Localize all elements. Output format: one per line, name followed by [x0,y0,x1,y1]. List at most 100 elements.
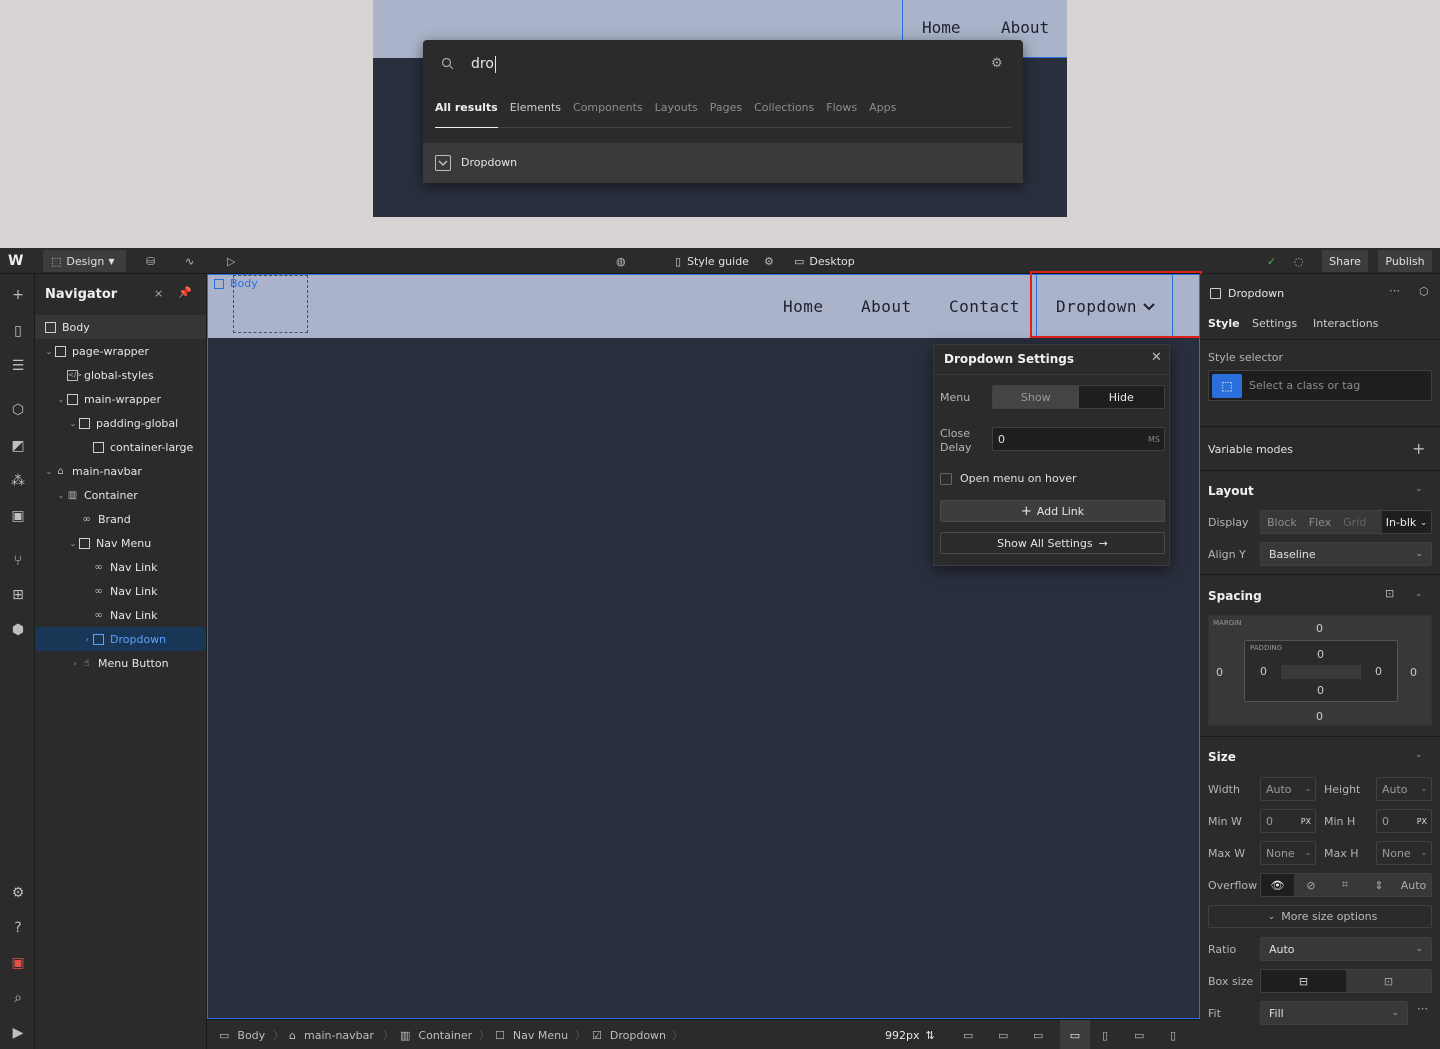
play-icon[interactable]: ▷ [227,248,235,274]
tree-item-nav-link[interactable]: ∞ Nav Link [35,603,206,627]
breakpoint-mobile-landscape-icon[interactable]: ▭ [1134,1020,1144,1049]
find-icon[interactable]: ⌕ [9,989,27,1007]
comments-icon[interactable]: ◌ [1294,248,1304,274]
preview-nav-link-about[interactable]: About [1001,18,1049,37]
libraries-icon[interactable]: ⬢ [9,621,27,639]
chevron-down-icon[interactable]: ⌄ [1415,750,1423,760]
gear-icon[interactable]: ⚙ [991,56,1003,71]
margin-bottom-value[interactable]: 0 [1316,710,1323,723]
tab-all-results[interactable]: All results [435,100,498,128]
breakpoint-mobile-portrait-icon[interactable]: ▯ [1170,1020,1176,1049]
padding-top-value[interactable]: 0 [1317,648,1324,661]
tree-item-padding-global[interactable]: ⌄ padding-global [35,411,206,435]
webflow-logo-icon[interactable]: W [8,248,23,274]
margin-right-value[interactable]: 0 [1410,666,1417,679]
hide-button[interactable]: Hide [1078,386,1164,408]
tree-item-nav-menu[interactable]: ⌄ Nav Menu [35,531,206,555]
add-link-button[interactable]: + Add Link [940,500,1165,522]
breadcrumb-body[interactable]: ▭ Body [219,1020,265,1049]
tab-style[interactable]: Style [1208,317,1240,330]
navigator-icon[interactable]: ☰ [9,357,27,375]
tab-flows[interactable]: Flows [826,100,857,128]
publish-button[interactable]: Publish [1378,250,1432,272]
search-result-item[interactable]: Dropdown [423,143,1023,183]
show-all-settings-button[interactable]: Show All Settings → [940,532,1165,554]
search-input[interactable]: dro [471,56,496,73]
tree-item-container-large[interactable]: container-large [35,435,206,459]
dropdown-toggle[interactable]: Dropdown [1056,297,1155,316]
style-selector-input[interactable]: ⬚ Select a class or tag [1208,370,1432,401]
overflow-hidden-icon[interactable]: ⊘ [1294,879,1328,892]
tab-layouts[interactable]: Layouts [655,100,698,128]
more-icon[interactable]: ⋯ [1417,1002,1428,1015]
preview-nav-link-home[interactable]: Home [922,18,961,37]
display-flex-option[interactable]: Flex [1303,516,1337,529]
align-y-select[interactable]: Baseline ⌄ [1260,542,1432,566]
max-height-input[interactable]: None - [1376,841,1432,865]
padding-bottom-value[interactable]: 0 [1317,684,1324,697]
ratio-select[interactable]: Auto ⌄ [1260,937,1432,961]
close-icon[interactable]: ✕ [1151,350,1162,365]
styles-icon[interactable]: ◩ [9,437,27,455]
brand-placeholder[interactable] [233,275,308,333]
max-width-input[interactable]: None - [1260,841,1316,865]
tree-item-global-styles[interactable]: </> global-styles [35,363,206,387]
margin-top-value[interactable]: 0 [1316,622,1323,635]
canvas-width-readout[interactable]: 992px ⇅ [885,1020,935,1049]
tree-item-container[interactable]: ⌄ ▥ Container [35,483,206,507]
components-icon[interactable]: ⬡ [9,401,27,419]
analytics-icon[interactable]: ∿ [185,248,194,274]
variables-icon[interactable]: ⁂ [9,472,27,490]
tree-item-body[interactable]: Body [35,315,206,339]
breakpoint-medium-icon[interactable]: ▭ [1033,1020,1043,1049]
overflow-auto-option[interactable]: Auto [1396,879,1431,892]
more-size-options-button[interactable]: ⌄ More size options [1208,905,1432,928]
database-icon[interactable]: ⛁ [146,248,155,274]
nav-link-contact[interactable]: Contact [949,297,1020,316]
add-icon[interactable]: + [9,286,27,304]
spacing-mode-icon[interactable]: ⊡ [1385,587,1394,600]
tree-item-nav-link[interactable]: ∞ Nav Link [35,555,206,579]
apps-icon[interactable]: ⊞ [9,586,27,604]
breakpoint-large-icon[interactable]: ▭ [963,1020,973,1049]
nav-link-about[interactable]: About [861,297,912,316]
min-width-input[interactable]: 0 PX [1260,809,1316,833]
tab-settings[interactable]: Settings [1252,317,1297,330]
settings-gear-icon[interactable]: ⚙ [9,884,27,902]
tree-item-brand[interactable]: ∞ Brand [35,507,206,531]
page-settings-gear-icon[interactable]: ⚙ [764,248,774,274]
tab-pages[interactable]: Pages [710,100,742,128]
close-delay-input[interactable]: 0 MS [992,427,1165,451]
share-button[interactable]: Share [1322,250,1368,272]
breakpoint-tablet-icon[interactable]: ▯ [1102,1020,1108,1049]
design-mode-button[interactable]: ⬚ Design ▼ [43,250,126,272]
tab-apps[interactable]: Apps [869,100,896,128]
tree-item-page-wrapper[interactable]: ⌄ page-wrapper [35,339,206,363]
breakpoint-desktop-large-icon[interactable]: ▭ [998,1020,1008,1049]
tree-item-nav-link[interactable]: ∞ Nav Link [35,579,206,603]
audit-icon[interactable]: ▣ [9,954,27,972]
min-height-input[interactable]: 0 PX [1376,809,1432,833]
video-icon[interactable]: ▶ [9,1024,27,1042]
collapse-icon[interactable]: ⨯ [154,287,163,300]
assets-icon[interactable]: ▣ [9,507,27,525]
breadcrumb-container[interactable]: ▥ Container [400,1020,472,1049]
display-inline-block-option[interactable]: In-blk ⌄ [1381,511,1431,533]
overflow-clip-icon[interactable]: ⌗ [1328,878,1362,892]
tree-item-dropdown[interactable]: › Dropdown [35,627,206,651]
tab-elements[interactable]: Elements [510,100,561,128]
breadcrumb-main-navbar[interactable]: ⌂ main-navbar [289,1020,374,1049]
padding-right-value[interactable]: 0 [1375,665,1382,678]
show-button[interactable]: Show [993,386,1079,408]
tab-interactions[interactable]: Interactions [1313,317,1378,330]
display-block-option[interactable]: Block [1261,516,1303,529]
style-guide-button[interactable]: ▯ Style guide [675,248,749,274]
fit-select[interactable]: Fill ⌄ [1260,1001,1408,1025]
breadcrumb-nav-menu[interactable]: ☐ Nav Menu [495,1020,568,1049]
hover-checkbox[interactable] [940,473,952,485]
chevron-down-icon[interactable]: ⌄ [1415,589,1423,599]
width-input[interactable]: Auto - [1260,777,1316,801]
tab-components[interactable]: Components [573,100,643,128]
padding-left-value[interactable]: 0 [1260,665,1267,678]
border-box-icon[interactable]: ⊟ [1261,970,1346,992]
